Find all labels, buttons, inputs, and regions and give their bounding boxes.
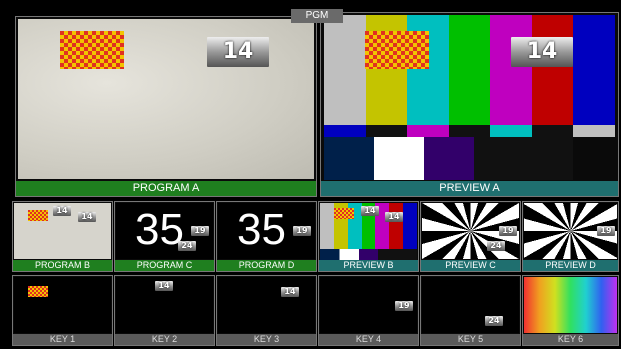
preview-b-label: PREVIEW B [319,260,418,271]
program-d-number: 35 [237,205,286,254]
color-bars-bottom [324,137,616,180]
program-b-label: PROGRAM B [13,260,112,271]
preview-d-label: PREVIEW D [523,260,618,271]
key4-monitor[interactable]: 19 KEY 4 [318,275,419,346]
key5-video [422,277,519,333]
preview-c-badge-a: 19 [499,226,517,236]
key2-monitor[interactable]: 14 KEY 2 [114,275,215,346]
preview-d-monitor[interactable]: 19 PREVIEW D [522,201,619,272]
program-d-badge-a: 19 [293,226,311,236]
key2-badge: 14 [155,281,173,291]
checker-graphic [365,31,429,69]
preview-a-label: PREVIEW A [321,181,618,196]
pgm-tab: PGM [291,9,343,23]
checker-graphic [334,208,354,219]
preview-d-badge-a: 19 [597,226,615,236]
program-c-badge-b: 24 [178,241,196,251]
key6-label: KEY 6 [523,334,618,345]
preview-b-badge-a: 14 [361,206,379,216]
program-c-monitor[interactable]: 35 19 24 PROGRAM C [114,201,215,272]
program-c-badge-a: 19 [191,226,209,236]
program-d-label: PROGRAM D [217,260,316,271]
checker-graphic [28,286,48,297]
key4-badge: 19 [395,301,413,311]
program-c-number: 35 [135,205,184,254]
key6-rainbow [524,277,617,333]
key4-label: KEY 4 [319,334,418,345]
preview-c-monitor[interactable]: 19 24 PREVIEW C [420,201,521,272]
preview-b-badge-b: 14 [385,212,403,222]
key3-badge: 14 [281,287,299,297]
preview-c-label: PREVIEW C [421,260,520,271]
preview-c-badge-b: 24 [487,241,505,251]
preview-b-monitor[interactable]: 14 14 PREVIEW B [318,201,419,272]
preview-b-bars-bottom [320,249,417,260]
program-a-monitor[interactable]: 14 PROGRAM A [15,16,317,197]
program-a-label: PROGRAM A [16,181,316,196]
key1-monitor[interactable]: KEY 1 [12,275,113,346]
program-c-label: PROGRAM C [115,260,214,271]
key3-label: KEY 3 [217,334,316,345]
pgm-label: PGM [305,10,329,21]
key6-monitor[interactable]: KEY 6 [522,275,619,346]
key5-badge: 24 [485,316,503,326]
key1-label: KEY 1 [13,334,112,345]
checker-graphic [60,31,124,69]
preview-a-badge: 14 [511,37,573,67]
key3-monitor[interactable]: 14 KEY 3 [216,275,317,346]
color-bars-mid [324,125,616,137]
key2-label: KEY 2 [115,334,214,345]
program-d-monitor[interactable]: 35 19 PROGRAM D [216,201,317,272]
program-b-badge-b: 14 [78,212,96,222]
preview-a-monitor[interactable]: 14 PREVIEW A [320,12,619,197]
program-b-badge-a: 14 [53,206,71,216]
checker-graphic [28,210,48,221]
key5-label: KEY 5 [421,334,520,345]
key3-video [218,277,315,333]
program-b-monitor[interactable]: 14 14 PROGRAM B [12,201,113,272]
key5-monitor[interactable]: 24 KEY 5 [420,275,521,346]
program-a-badge: 14 [207,37,269,67]
